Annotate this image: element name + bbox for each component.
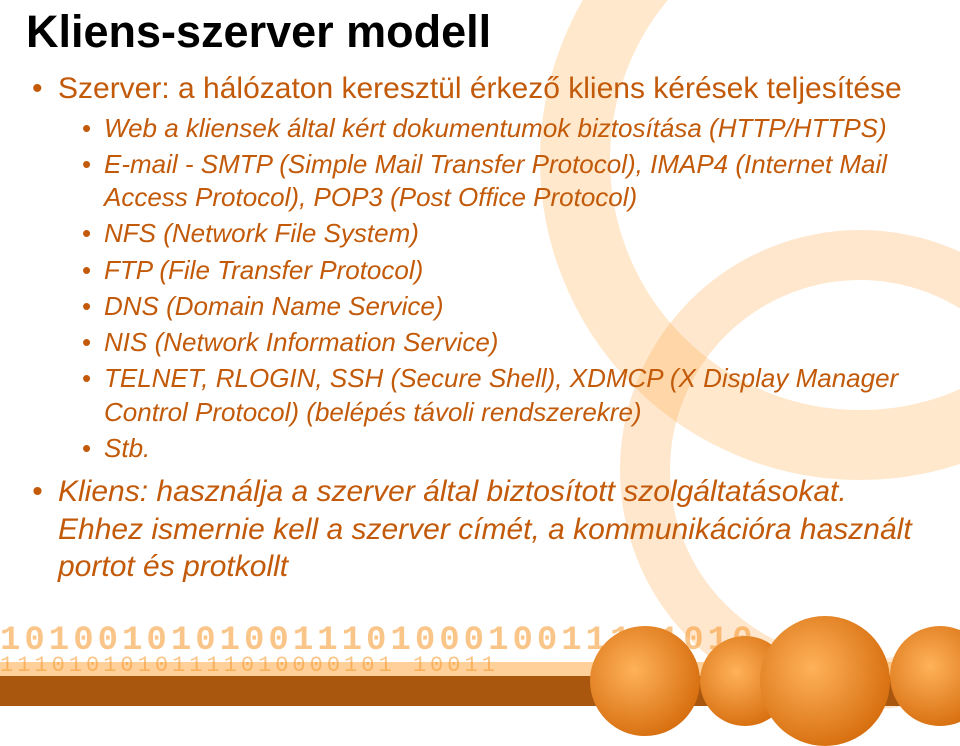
footer-circle [760, 616, 890, 746]
list-item: Web a kliensek által kért dokumentumok b… [82, 112, 930, 145]
list-item: NFS (Network File System) [82, 217, 930, 250]
list-item: FTP (File Transfer Protocol) [82, 254, 930, 287]
slide-content: Kliens-szerver modell Szerver: a hálózat… [0, 0, 960, 586]
bullet-server: Szerver: a hálózaton keresztül érkező kl… [32, 70, 930, 465]
list-item: E-mail - SMTP (Simple Mail Transfer Prot… [82, 148, 930, 215]
footer-circle [590, 626, 700, 736]
list-item: Stb. [82, 432, 930, 465]
list-item: TELNET, RLOGIN, SSH (Secure Shell), XDMC… [82, 362, 930, 429]
list-item: NIS (Network Information Service) [82, 326, 930, 359]
slide-footer: 1010010101001110100010011101010 11101010… [0, 626, 960, 706]
server-sublist: Web a kliensek által kért dokumentumok b… [58, 112, 930, 466]
list-item: DNS (Domain Name Service) [82, 290, 930, 323]
bullet-client: Kliens: használja a szerver által biztos… [32, 473, 930, 586]
bullet-list: Szerver: a hálózaton keresztül érkező kl… [26, 70, 930, 586]
slide-title: Kliens-szerver modell [26, 6, 930, 58]
bullet-server-text: Szerver: a hálózaton keresztül érkező kl… [58, 72, 902, 105]
